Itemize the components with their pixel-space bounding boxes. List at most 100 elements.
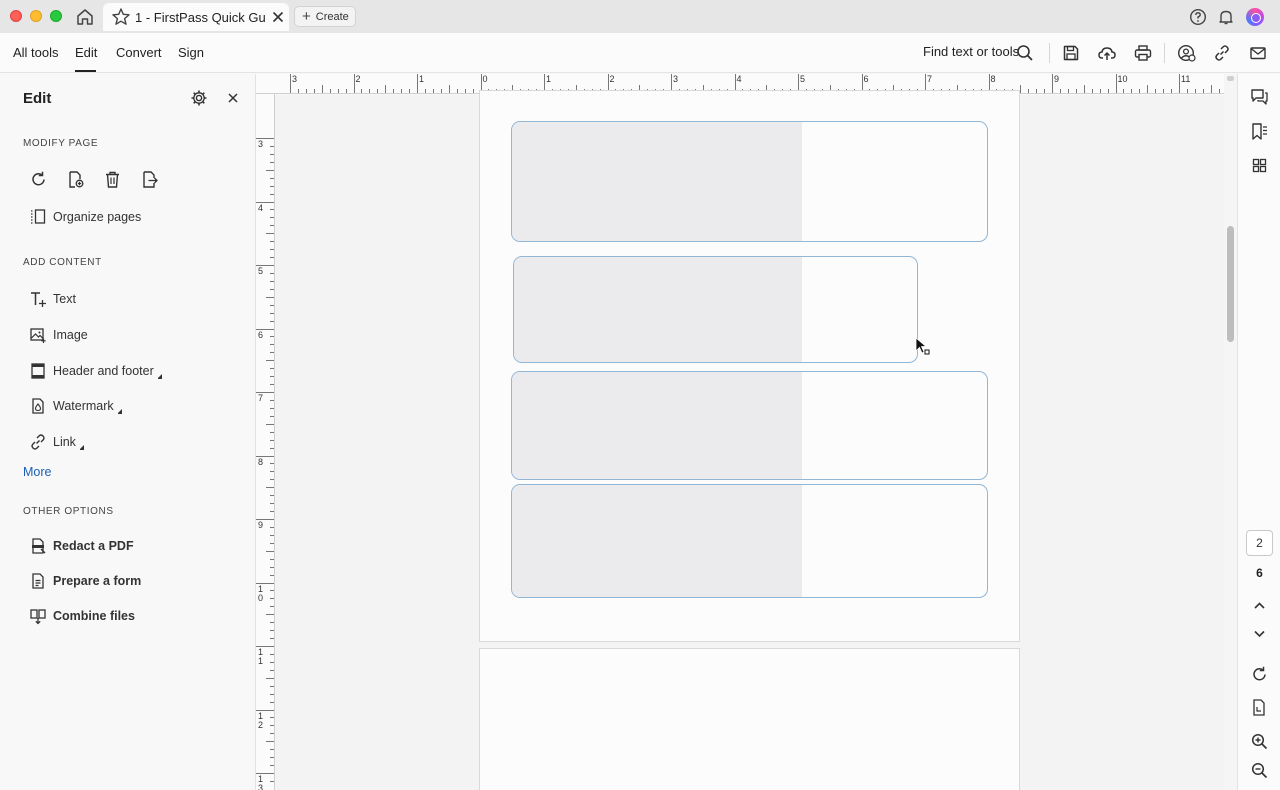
ruler-minor-tick	[270, 288, 274, 290]
text-box[interactable]	[511, 121, 988, 242]
watermark-item[interactable]: Watermark	[29, 397, 122, 415]
ruler-minor-tick	[345, 89, 347, 93]
ruler-minor-tick	[270, 598, 274, 600]
menu-sign[interactable]: Sign	[178, 45, 204, 60]
ruler-minor-tick	[1155, 89, 1157, 93]
notifications-bell-icon[interactable]	[1217, 8, 1235, 26]
organize-pages-item[interactable]: Organize pages	[29, 208, 141, 226]
ruler-minor-tick	[1163, 89, 1165, 93]
ruler-minor-tick	[270, 590, 274, 592]
add-image-item[interactable]: Image	[29, 326, 88, 344]
ruler-minor-tick	[448, 85, 450, 93]
chevron-up-icon[interactable]	[1250, 596, 1269, 615]
header-and-footer-item[interactable]: Header and footer	[29, 362, 162, 380]
ruler-label: 5	[800, 74, 806, 84]
ruler-minor-tick	[1059, 89, 1061, 93]
delete-page-icon[interactable]	[103, 170, 122, 189]
text-box[interactable]	[511, 484, 988, 598]
redact-pdf-item[interactable]: Redact a PDF	[29, 537, 134, 555]
scrollbar-thumb[interactable]	[1227, 226, 1234, 342]
save-icon[interactable]	[1061, 43, 1081, 63]
add-text-label: Text	[53, 292, 76, 306]
ruler-label: 9	[258, 520, 264, 530]
refresh-icon[interactable]	[1250, 665, 1269, 684]
zoom-window-button[interactable]	[50, 10, 62, 22]
prepare-form-item[interactable]: Prepare a form	[29, 572, 141, 590]
more-link[interactable]: More	[23, 465, 51, 479]
print-icon[interactable]	[1133, 43, 1153, 63]
text-box-selected[interactable]	[513, 256, 918, 363]
create-label: Create	[315, 10, 349, 23]
star-icon[interactable]	[111, 7, 131, 27]
zoom-in-icon[interactable]	[1250, 732, 1269, 751]
ruler-minor-tick	[266, 614, 274, 616]
ruler-label: 9	[1054, 74, 1060, 84]
pdf-page[interactable]	[479, 90, 1020, 642]
email-icon[interactable]	[1248, 43, 1268, 63]
ruler-label: 0	[482, 74, 488, 84]
document-tab[interactable]: 1 - FirstPass Quick Guid...	[103, 3, 289, 31]
ruler-minor-tick	[1123, 89, 1125, 93]
upload-cloud-icon[interactable]	[1097, 43, 1117, 63]
modify-page-actions	[29, 170, 159, 189]
link-icon[interactable]	[1212, 43, 1232, 63]
create-button[interactable]: + Create	[294, 6, 356, 27]
ruler-minor-tick	[266, 423, 274, 425]
ruler-minor-tick	[270, 145, 274, 147]
ruler-major-tick	[290, 74, 291, 93]
search-icon[interactable]	[1015, 43, 1035, 63]
close-tab-icon[interactable]	[271, 10, 285, 24]
menu-all-tools[interactable]: All tools	[13, 45, 59, 60]
ruler-major-tick	[353, 74, 355, 93]
menu-convert[interactable]: Convert	[116, 45, 162, 60]
gear-icon[interactable]	[190, 89, 208, 107]
ruler-label: 3	[673, 74, 679, 84]
ruler-minor-tick	[270, 717, 274, 719]
ruler-minor-tick	[321, 85, 323, 93]
share-user-icon[interactable]	[1176, 43, 1196, 63]
combine-files-item[interactable]: Combine files	[29, 607, 135, 625]
combine-files-label: Combine files	[53, 609, 135, 623]
close-panel-icon[interactable]	[226, 91, 240, 105]
rotate-page-icon[interactable]	[29, 170, 48, 189]
find-text-or-tools[interactable]: Find text or tools	[923, 44, 1019, 59]
zoom-out-icon[interactable]	[1250, 761, 1269, 780]
ruler-minor-tick	[270, 209, 274, 211]
vertical-scrollbar[interactable]	[1224, 74, 1237, 790]
ruler-minor-tick	[270, 376, 274, 378]
organize-pages-icon	[31, 209, 46, 224]
ruler-minor-tick	[270, 558, 274, 560]
current-page-input[interactable]: 2	[1246, 530, 1273, 556]
thumbnails-grid-icon[interactable]	[1250, 156, 1269, 175]
pdf-page[interactable]	[479, 648, 1020, 790]
ruler-minor-tick	[270, 272, 274, 274]
ruler-label: 7	[927, 74, 933, 84]
home-icon[interactable]	[74, 7, 96, 27]
ruler-minor-tick	[270, 161, 274, 163]
ruler-minor-tick	[270, 344, 274, 346]
page-size-icon[interactable]	[1250, 698, 1269, 717]
bookmarks-icon[interactable]	[1250, 122, 1269, 141]
text-box[interactable]	[511, 371, 988, 480]
comments-icon[interactable]	[1250, 87, 1269, 106]
ruler-minor-tick	[1139, 89, 1141, 93]
ruler-minor-tick	[270, 257, 274, 259]
total-pages: 6	[1256, 566, 1263, 580]
ruler-minor-tick	[270, 312, 274, 314]
avatar[interactable]	[1246, 8, 1264, 26]
main-toolbar: All tools Edit Convert Sign Find text or…	[0, 33, 1280, 73]
chevron-down-icon[interactable]	[1250, 624, 1269, 643]
close-window-button[interactable]	[10, 10, 22, 22]
ruler-minor-tick	[409, 89, 411, 93]
ruler-minor-tick	[270, 352, 274, 354]
ruler-label: 1 3	[258, 774, 264, 790]
minimize-window-button[interactable]	[30, 10, 42, 22]
link-item[interactable]: Link	[29, 433, 84, 451]
extract-page-icon[interactable]	[140, 170, 159, 189]
scrollbar-top-cap	[1227, 76, 1234, 81]
help-icon[interactable]	[1189, 8, 1207, 26]
menu-edit[interactable]: Edit	[75, 45, 97, 60]
add-text-item[interactable]: Text	[29, 290, 76, 308]
insert-page-icon[interactable]	[66, 170, 85, 189]
document-canvas[interactable]	[275, 90, 1224, 790]
